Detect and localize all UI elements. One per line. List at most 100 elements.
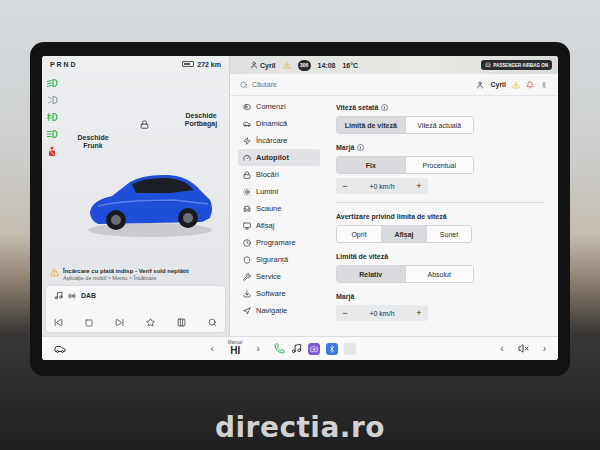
menu-item[interactable]: Blocări xyxy=(238,166,320,183)
menu-item-icon xyxy=(243,188,251,196)
climate-control[interactable]: ManualHI xyxy=(228,341,243,356)
blank-app[interactable] xyxy=(344,343,356,355)
update-download-icon[interactable] xyxy=(283,61,291,69)
menu-item[interactable]: Autopilot xyxy=(238,149,320,166)
profile-status[interactable]: Cyril xyxy=(250,61,276,69)
media-source[interactable]: DAB xyxy=(54,291,217,300)
parking-light-icon xyxy=(46,95,58,105)
segment-option[interactable]: Fix xyxy=(337,157,405,173)
menu-item[interactable]: Dinamică xyxy=(238,115,320,132)
increase-button[interactable]: + xyxy=(410,308,428,318)
camera-app[interactable] xyxy=(308,343,320,355)
menu-item-icon xyxy=(243,205,251,213)
profile-name[interactable]: Cyril xyxy=(490,81,506,88)
menu-item-icon xyxy=(243,171,251,179)
menu-item-icon xyxy=(243,137,251,145)
media-controls xyxy=(54,318,217,327)
search-field[interactable]: Căutare xyxy=(240,81,277,89)
library-icon[interactable] xyxy=(177,318,186,327)
volume-muted-icon[interactable] xyxy=(518,343,529,354)
decrease-button[interactable]: − xyxy=(336,308,354,318)
previous-icon[interactable] xyxy=(54,318,63,327)
autopilot-settings: Viteză setatăLimită de vitezăViteză actu… xyxy=(324,96,558,336)
menu-item[interactable]: Afișaj xyxy=(238,217,320,234)
touchscreen: P R N D272 km Deschide Portbagaj Deschide … xyxy=(42,56,558,360)
range-text: 272 km xyxy=(197,61,221,68)
menu-item[interactable]: Siguranță xyxy=(238,251,320,268)
phone-icon[interactable] xyxy=(274,343,285,354)
radio-icon xyxy=(68,292,76,300)
decrease-button[interactable]: − xyxy=(336,181,354,191)
segment-option[interactable]: Limită de viteză xyxy=(337,117,405,133)
menu-item[interactable]: Scaune xyxy=(238,200,320,217)
segment-option[interactable]: Viteză actuală xyxy=(405,117,474,133)
segment-option[interactable]: Oprit xyxy=(337,226,381,242)
settings-panel: Căutare Cyril ComenziDinamică Încărcare Auto… xyxy=(230,74,558,336)
menu-item-label: Încărcare xyxy=(256,136,287,145)
stop-icon[interactable] xyxy=(85,319,93,327)
range: 272 km xyxy=(182,61,221,68)
music-icon[interactable] xyxy=(291,343,302,354)
setting-title-text: Limită de viteză xyxy=(336,253,388,260)
menu-item[interactable]: Navigație xyxy=(238,302,320,319)
setting-group: Limită de viteză RelativAbsolut xyxy=(336,251,544,283)
segment-option[interactable]: Absolut xyxy=(405,266,474,282)
media-player: DAB xyxy=(46,286,225,332)
segment-option[interactable]: Procentual xyxy=(405,157,474,173)
segment-option[interactable]: Afișaj xyxy=(381,226,426,242)
info-icon[interactable] xyxy=(381,104,388,111)
person-icon[interactable] xyxy=(476,81,484,89)
segment-option[interactable]: Sunet xyxy=(426,226,471,242)
search-icon[interactable] xyxy=(208,318,217,327)
search-placeholder: Căutare xyxy=(252,81,277,88)
stepper: −+0 km/h+ xyxy=(336,178,428,194)
header-icons: Cyril xyxy=(476,81,548,89)
main-area: P R N D272 km Deschide Portbagaj Deschide … xyxy=(42,56,558,336)
open-frunk-button[interactable]: Deschide Frunk xyxy=(72,134,114,151)
setting-group: Viteză setatăLimită de vitezăViteză actu… xyxy=(336,102,544,134)
increase-button[interactable]: + xyxy=(410,181,428,191)
menu-item-icon xyxy=(243,154,251,162)
segmented-control: OpritAfișajSunet xyxy=(336,225,472,243)
bluetooth-icon[interactable] xyxy=(540,81,548,89)
download-icon[interactable] xyxy=(512,81,520,89)
notification[interactable]: Încărcare cu plată indisp - Verif sold n… xyxy=(42,265,229,284)
menu-item-icon xyxy=(243,239,251,247)
favorite-icon[interactable] xyxy=(146,318,155,327)
car-status-bar: P R N D272 km xyxy=(42,56,229,72)
menu-item[interactable]: Lumini xyxy=(238,183,320,200)
car-icon[interactable] xyxy=(54,343,66,355)
menu-item[interactable]: Programare xyxy=(238,234,320,251)
battery-fill xyxy=(184,63,190,65)
warning-icon xyxy=(50,268,59,277)
menu-item[interactable]: Comenzi xyxy=(238,98,320,115)
menu-item[interactable]: Service xyxy=(238,268,320,285)
menu-item-label: Navigație xyxy=(256,306,287,315)
bluetooth-app[interactable] xyxy=(326,343,338,355)
notification-text: Încărcare cu plată indisp - Verif sold n… xyxy=(63,268,189,281)
menu-item[interactable]: Încărcare xyxy=(238,132,320,149)
next-icon[interactable] xyxy=(115,318,124,327)
volume-down[interactable]: ‹ xyxy=(500,343,503,354)
menu-item-icon xyxy=(243,273,251,281)
menu-item-icon xyxy=(243,103,251,111)
setting-title-text: Marjă xyxy=(336,293,354,300)
menu-item-label: Software xyxy=(256,289,286,298)
info-icon[interactable] xyxy=(357,144,364,151)
right-panel: Cyril30614:0816°CPASSENGER AIRBAG ONCăut… xyxy=(230,56,558,336)
menu-item[interactable]: Software xyxy=(238,285,320,302)
temperature-up[interactable]: › xyxy=(257,343,260,354)
menu-item-label: Siguranță xyxy=(256,255,288,264)
status-bar: Cyril30614:0816°CPASSENGER AIRBAG ON xyxy=(230,56,558,74)
setting-title: Limită de viteză xyxy=(336,251,544,261)
segmented-control: Limită de vitezăViteză actuală xyxy=(336,116,474,134)
segment-option[interactable]: Relativ xyxy=(337,266,405,282)
setting-group: MarjăFixProcentual−+0 km/h+ xyxy=(336,142,544,194)
open-trunk-button[interactable]: Deschide Portbagaj xyxy=(177,112,225,129)
lock-button[interactable] xyxy=(140,120,149,129)
bell-icon[interactable] xyxy=(526,81,534,89)
menu-item-label: Blocări xyxy=(256,170,279,179)
temperature-down[interactable]: ‹ xyxy=(210,343,213,354)
volume-up[interactable]: › xyxy=(543,343,546,354)
lock-icon xyxy=(140,120,149,129)
